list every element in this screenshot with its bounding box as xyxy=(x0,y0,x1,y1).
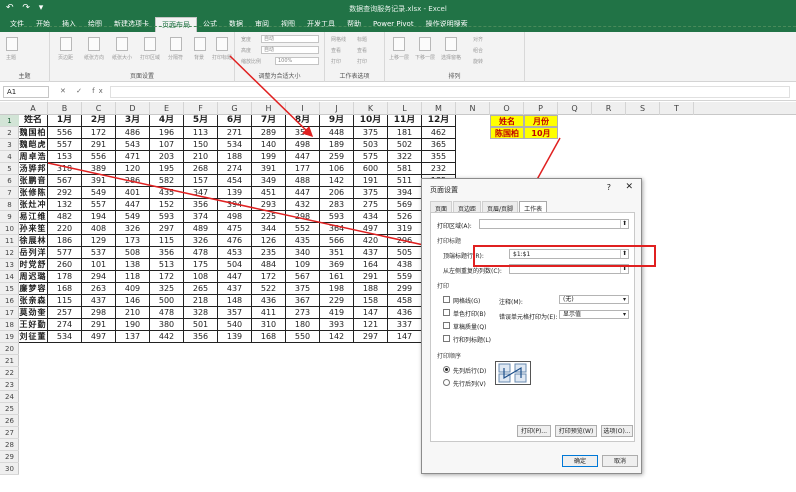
errors-select[interactable]: 显示值 xyxy=(559,310,629,319)
print-section: 打印 xyxy=(437,283,450,290)
print-area-field[interactable]: ⬆ xyxy=(479,219,629,229)
down-then-over-label: 先列后行(D) xyxy=(453,368,487,375)
page-setup-dialog: 页面设置 ? ✕ 页面 页边距 页眉/页脚 工作表 打印区域(A): ⬆ 打印标题 顶… xyxy=(421,178,642,474)
cancel-button[interactable]: 取消 xyxy=(602,455,638,467)
highlight-box xyxy=(473,245,656,267)
errors-label: 错误单元格打印为(E): xyxy=(499,314,558,321)
range-picker-icon[interactable]: ⬆ xyxy=(620,220,628,228)
cols-repeat-label: 从左侧重复的列数(C): xyxy=(443,268,502,275)
order-section: 打印顺序 xyxy=(437,353,462,360)
help-icon[interactable]: ? xyxy=(607,183,611,192)
headings-checkbox[interactable] xyxy=(443,335,450,342)
down-then-over-radio[interactable] xyxy=(443,366,450,373)
print-area-label: 打印区域(A): xyxy=(437,223,472,230)
bw-checkbox-label: 单色打印(B) xyxy=(453,311,486,318)
options-button[interactable]: 选项(O)... xyxy=(601,425,633,437)
arrow-to-title-row-field xyxy=(47,162,476,260)
headings-checkbox-label: 行和列标题(L) xyxy=(453,337,492,344)
print-preview-button[interactable]: 打印预览(W) xyxy=(555,425,597,437)
close-icon[interactable]: ✕ xyxy=(625,182,633,192)
bw-checkbox[interactable] xyxy=(443,309,450,316)
comments-label: 注释(M): xyxy=(499,299,523,306)
draft-checkbox-label: 草稿质量(Q) xyxy=(453,324,487,331)
print-button[interactable]: 打印(P)... xyxy=(517,425,551,437)
dialog-title: 页面设置 xyxy=(430,186,458,194)
page-order-preview-icon xyxy=(495,361,531,385)
arrow-print-titles xyxy=(229,55,314,138)
over-then-down-label: 先行后列(V) xyxy=(453,381,486,388)
ok-button[interactable]: 确定 xyxy=(562,455,598,467)
gridlines-checkbox[interactable] xyxy=(443,296,450,303)
draft-checkbox[interactable] xyxy=(443,322,450,329)
comments-select[interactable]: (无) xyxy=(559,295,629,304)
annotation-arrows xyxy=(47,55,561,260)
gridlines-checkbox-label: 网格线(G) xyxy=(453,298,481,305)
over-then-down-radio[interactable] xyxy=(443,379,450,386)
print-titles-section: 打印标题 xyxy=(437,238,462,245)
